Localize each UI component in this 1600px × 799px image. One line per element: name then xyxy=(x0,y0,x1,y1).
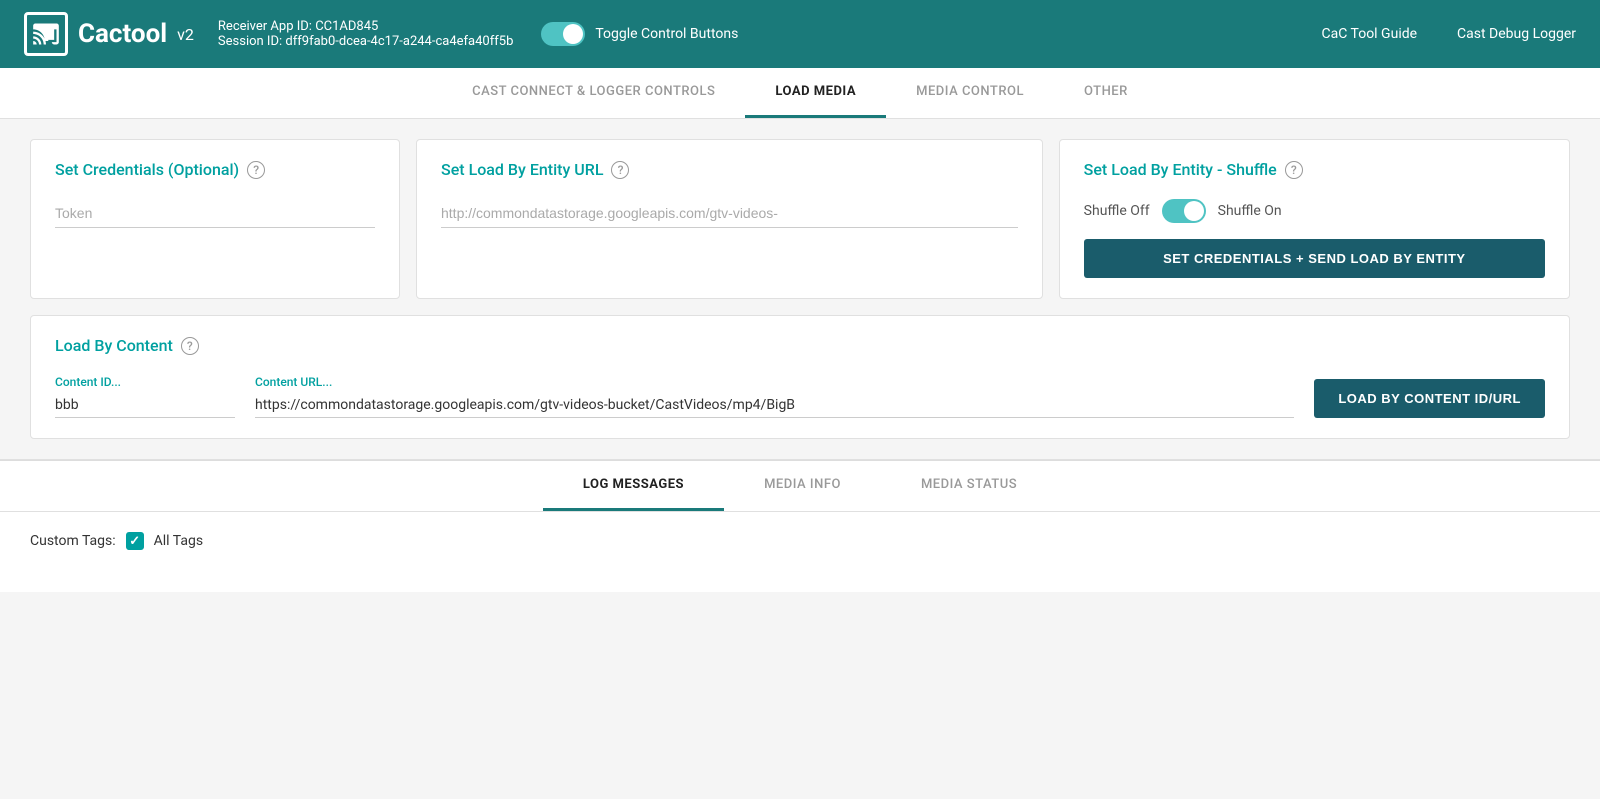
content-url-value[interactable]: https://commondatastorage.googleapis.com… xyxy=(255,393,1294,418)
app-logo: Cactool v2 xyxy=(24,12,194,56)
toggle-control-label: Toggle Control Buttons xyxy=(595,26,738,42)
load-content-card: Load By Content ? Content ID... bbb Cont… xyxy=(30,315,1570,439)
bottom-content-area: Custom Tags: All Tags xyxy=(0,512,1600,592)
receiver-id-value: CC1AD845 xyxy=(315,19,378,34)
custom-tags-row: Custom Tags: All Tags xyxy=(30,532,1570,550)
cac-tool-guide-link[interactable]: CaC Tool Guide xyxy=(1322,26,1418,42)
credentials-help-icon[interactable]: ? xyxy=(247,161,265,179)
content-url-field: Content URL... https://commondatastorage… xyxy=(255,375,1294,418)
cards-row: Set Credentials (Optional) ? Set Load By… xyxy=(30,139,1570,299)
cast-icon xyxy=(24,12,68,56)
entity-url-help-icon[interactable]: ? xyxy=(611,161,629,179)
bottom-section: LOG MESSAGES MEDIA INFO MEDIA STATUS Cus… xyxy=(0,460,1600,592)
bottom-tabs: LOG MESSAGES MEDIA INFO MEDIA STATUS xyxy=(0,461,1600,512)
shuffle-toggle-switch[interactable] xyxy=(1162,199,1206,223)
load-by-content-button[interactable]: LOAD BY CONTENT ID/URL xyxy=(1314,379,1545,418)
content-id-value[interactable]: bbb xyxy=(55,393,235,418)
receiver-id-line: Receiver App ID: CC1AD845 xyxy=(218,19,513,34)
entity-url-card: Set Load By Entity URL ? xyxy=(416,139,1043,299)
all-tags-label: All Tags xyxy=(154,533,203,549)
credentials-card-title: Set Credentials (Optional) ? xyxy=(55,160,375,179)
content-url-label: Content URL... xyxy=(255,375,1294,389)
session-id-value: dff9fab0-dcea-4c17-a244-ca4efa40ff5b xyxy=(285,34,513,49)
main-tabs: CAST CONNECT & LOGGER CONTROLS LOAD MEDI… xyxy=(0,68,1600,119)
session-info: Receiver App ID: CC1AD845 Session ID: df… xyxy=(218,19,513,49)
tab-media-control[interactable]: MEDIA CONTROL xyxy=(886,68,1054,118)
app-name: Cactool xyxy=(78,19,167,49)
shuffle-on-label: Shuffle On xyxy=(1218,203,1282,219)
content-id-field: Content ID... bbb xyxy=(55,375,235,418)
tab-media-status[interactable]: MEDIA STATUS xyxy=(881,461,1057,511)
shuffle-toggle-row: Shuffle Off Shuffle On xyxy=(1084,199,1545,223)
tab-other[interactable]: OTHER xyxy=(1054,68,1158,118)
custom-tags-label: Custom Tags: xyxy=(30,533,116,549)
load-content-row: Content ID... bbb Content URL... https:/… xyxy=(55,375,1545,418)
load-content-card-title: Load By Content ? xyxy=(55,336,1545,355)
shuffle-card-title: Set Load By Entity - Shuffle ? xyxy=(1084,160,1545,179)
main-content: Set Credentials (Optional) ? Set Load By… xyxy=(0,119,1600,459)
cast-debug-logger-link[interactable]: Cast Debug Logger xyxy=(1457,26,1576,42)
shuffle-off-label: Shuffle Off xyxy=(1084,203,1150,219)
credentials-card: Set Credentials (Optional) ? xyxy=(30,139,400,299)
toggle-control-section: Toggle Control Buttons xyxy=(541,22,738,46)
toggle-control-switch[interactable] xyxy=(541,22,585,46)
set-credentials-send-load-button[interactable]: SET CREDENTIALS + SEND LOAD BY ENTITY xyxy=(1084,239,1545,278)
tab-log-messages[interactable]: LOG MESSAGES xyxy=(543,461,724,511)
load-content-help-icon[interactable]: ? xyxy=(181,337,199,355)
app-header: Cactool v2 Receiver App ID: CC1AD845 Ses… xyxy=(0,0,1600,68)
token-input[interactable] xyxy=(55,199,375,228)
shuffle-help-icon[interactable]: ? xyxy=(1285,161,1303,179)
shuffle-card: Set Load By Entity - Shuffle ? Shuffle O… xyxy=(1059,139,1570,299)
tab-media-info[interactable]: MEDIA INFO xyxy=(724,461,881,511)
all-tags-checkbox[interactable] xyxy=(126,532,144,550)
tab-load-media[interactable]: LOAD MEDIA xyxy=(745,68,886,118)
app-version: v2 xyxy=(177,25,194,44)
entity-url-input[interactable] xyxy=(441,199,1018,228)
session-id-line: Session ID: dff9fab0-dcea-4c17-a244-ca4e… xyxy=(218,34,513,49)
header-links: CaC Tool Guide Cast Debug Logger xyxy=(1322,26,1577,42)
tab-cast-connect[interactable]: CAST CONNECT & LOGGER CONTROLS xyxy=(442,68,745,118)
content-id-label: Content ID... xyxy=(55,375,235,389)
entity-url-card-title: Set Load By Entity URL ? xyxy=(441,160,1018,179)
